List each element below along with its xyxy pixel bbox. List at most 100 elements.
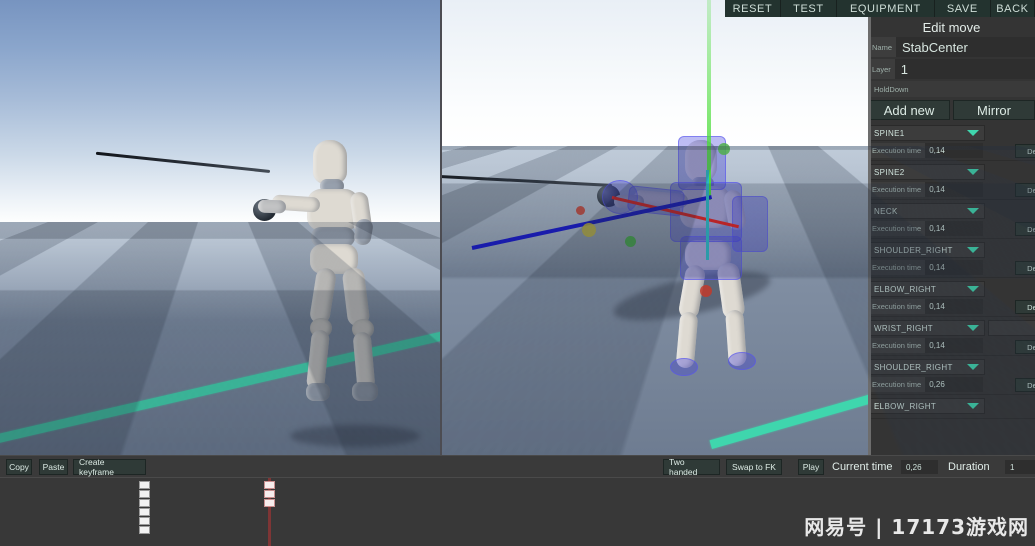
move-editor-app: RESET TEST EQUIPMENT SAVE BACK Edit move…	[0, 0, 1035, 546]
current-time-value[interactable]: 0,26	[901, 460, 938, 474]
character-shadow	[290, 425, 420, 447]
keyframe-marker[interactable]	[264, 481, 275, 489]
copy-button[interactable]: Copy	[6, 459, 32, 475]
execution-time-row: Execution time0,14	[868, 221, 1035, 236]
bone-dropdown[interactable]: ELBOW_RIGHT	[868, 398, 985, 414]
menu-item-equipment[interactable]: EQUIPMENT	[837, 0, 935, 17]
bone-entry: ELBOW_RIGHT Execution time0,14 Delete	[868, 281, 1035, 317]
chevron-down-icon	[967, 208, 979, 214]
bone-dropdown[interactable]: SHOULDER_RIGHT	[868, 359, 985, 375]
paste-button[interactable]: Paste	[39, 459, 68, 475]
keyframe-marker[interactable]	[139, 499, 150, 507]
viewport-divider[interactable]	[440, 0, 442, 455]
bone-secondary-dropdown[interactable]	[988, 320, 1035, 336]
marker-dot-red[interactable]	[576, 206, 585, 215]
viewport-left-perspective[interactable]	[0, 0, 440, 455]
marker-dot-green-2[interactable]	[718, 143, 730, 155]
execution-time-row: Execution time0,14	[868, 143, 1035, 158]
execution-time-input[interactable]: 0,14	[925, 143, 983, 158]
bone-keyframe-list[interactable]: SPINE1Execution time0,14DeleteSPINE2Exec…	[868, 125, 1035, 419]
bone-entry: SHOULDER_RIGHTExecution time0,26Delete	[868, 359, 1035, 395]
marker-dot-yellow[interactable]	[582, 223, 596, 237]
chevron-down-icon	[967, 247, 979, 253]
layer-field-row[interactable]: Layer 1	[868, 59, 1035, 79]
name-field-row[interactable]: Name StabCenter	[868, 37, 1035, 57]
keyframe-marker[interactable]	[264, 499, 275, 507]
add-new-button[interactable]: Add new	[868, 100, 950, 120]
bone-entry: NECK Execution time0,14Delete	[868, 203, 1035, 239]
keyframe-marker[interactable]	[264, 490, 275, 498]
panel-scrollbar[interactable]	[868, 17, 871, 455]
name-field-input[interactable]: StabCenter	[896, 37, 1035, 57]
bone-name-label: SHOULDER_RIGHT	[874, 246, 967, 255]
execution-time-row: Execution time0,14	[868, 182, 1035, 197]
execution-time-label: Execution time	[868, 299, 925, 314]
delete-bone-button[interactable]: Delete	[1015, 183, 1035, 197]
execution-time-input[interactable]: 0,14	[925, 182, 983, 197]
ground-plane	[0, 222, 440, 455]
bone-dropdown[interactable]: ELBOW_RIGHT	[868, 281, 985, 297]
bone-dropdown[interactable]: SPINE2	[868, 164, 985, 180]
duration-label: Duration	[948, 459, 990, 475]
holddown-label[interactable]: HoldDown	[868, 81, 1035, 97]
execution-time-input[interactable]: 0,14	[925, 338, 983, 353]
menu-item-back[interactable]: BACK	[991, 0, 1035, 17]
chevron-down-icon	[967, 403, 979, 409]
keyframe-marker[interactable]	[139, 481, 150, 489]
menu-item-save[interactable]: SAVE	[935, 0, 991, 17]
execution-time-input[interactable]: 0,14	[925, 299, 983, 314]
forearm-right	[258, 200, 286, 214]
bone-dropdown[interactable]: SHOULDER_RIGHT	[868, 242, 985, 258]
execution-time-input[interactable]: 0,14	[925, 260, 983, 275]
swap-to-fk-button[interactable]: Swap to FK	[726, 459, 782, 475]
bone-dropdown[interactable]: WRIST_RIGHT	[868, 320, 985, 336]
play-button[interactable]: Play	[798, 459, 824, 475]
delete-bone-button[interactable]: Delete	[1015, 222, 1035, 236]
execution-time-input[interactable]: 0,14	[925, 221, 983, 236]
bone-dropdown[interactable]: NECK	[868, 203, 985, 219]
execution-time-label: Execution time	[868, 143, 925, 158]
chevron-down-icon	[967, 364, 979, 370]
keyframe-marker[interactable]	[139, 490, 150, 498]
keyframe-marker[interactable]	[139, 508, 150, 516]
bone-name-label: SPINE1	[874, 129, 967, 138]
layer-field-input[interactable]: 1	[895, 59, 1035, 79]
delete-bone-button[interactable]: Delete	[1015, 300, 1035, 314]
collider-foot-right	[728, 352, 756, 370]
bone-name-label: WRIST_RIGHT	[874, 324, 967, 333]
delete-bone-button[interactable]: Delete	[1015, 261, 1035, 275]
gizmo-axis-cyan[interactable]	[706, 170, 709, 260]
delete-bone-button[interactable]: Delete	[1015, 144, 1035, 158]
bone-entry: SPINE1Execution time0,14Delete	[868, 125, 1035, 161]
bone-name-label: SPINE2	[874, 168, 967, 177]
collider-foot-left	[670, 358, 698, 376]
keyframe-column[interactable]	[264, 481, 275, 507]
layer-field-label: Layer	[868, 59, 895, 79]
ground-haze	[0, 222, 440, 320]
execution-time-label: Execution time	[868, 338, 925, 353]
menu-item-reset[interactable]: RESET	[725, 0, 781, 17]
keyframe-marker[interactable]	[139, 517, 150, 525]
bone-entry: ELBOW_RIGHT	[868, 398, 1035, 419]
marker-dot-red-2[interactable]	[700, 285, 712, 297]
bone-dropdown[interactable]: SPINE1	[868, 125, 985, 141]
create-keyframe-button[interactable]: Create keyframe	[73, 459, 146, 475]
execution-time-row: Execution time0,14	[868, 338, 1035, 353]
delete-bone-button[interactable]: Delete	[1015, 378, 1035, 392]
edit-move-panel: Edit move Name StabCenter Layer 1 HoldDo…	[868, 17, 1035, 455]
chevron-down-icon	[967, 286, 979, 292]
execution-time-input[interactable]: 0,26	[925, 377, 983, 392]
duration-value[interactable]: 1	[1005, 460, 1035, 474]
bone-entry: SHOULDER_RIGHT Execution time0,14 Delete	[868, 242, 1035, 278]
bone-name-label: SHOULDER_RIGHT	[874, 363, 967, 372]
keyframe-column[interactable]	[139, 481, 150, 534]
two-handed-button[interactable]: Two handed	[663, 459, 720, 475]
bone-name-label: NECK	[874, 207, 967, 216]
menu-item-test[interactable]: TEST	[781, 0, 837, 17]
execution-time-label: Execution time	[868, 260, 925, 275]
marker-dot-green[interactable]	[625, 236, 636, 247]
delete-bone-button[interactable]: Delete	[1015, 340, 1035, 354]
mirror-button[interactable]: Mirror	[953, 100, 1035, 120]
keyframe-marker[interactable]	[139, 526, 150, 534]
execution-time-label: Execution time	[868, 182, 925, 197]
